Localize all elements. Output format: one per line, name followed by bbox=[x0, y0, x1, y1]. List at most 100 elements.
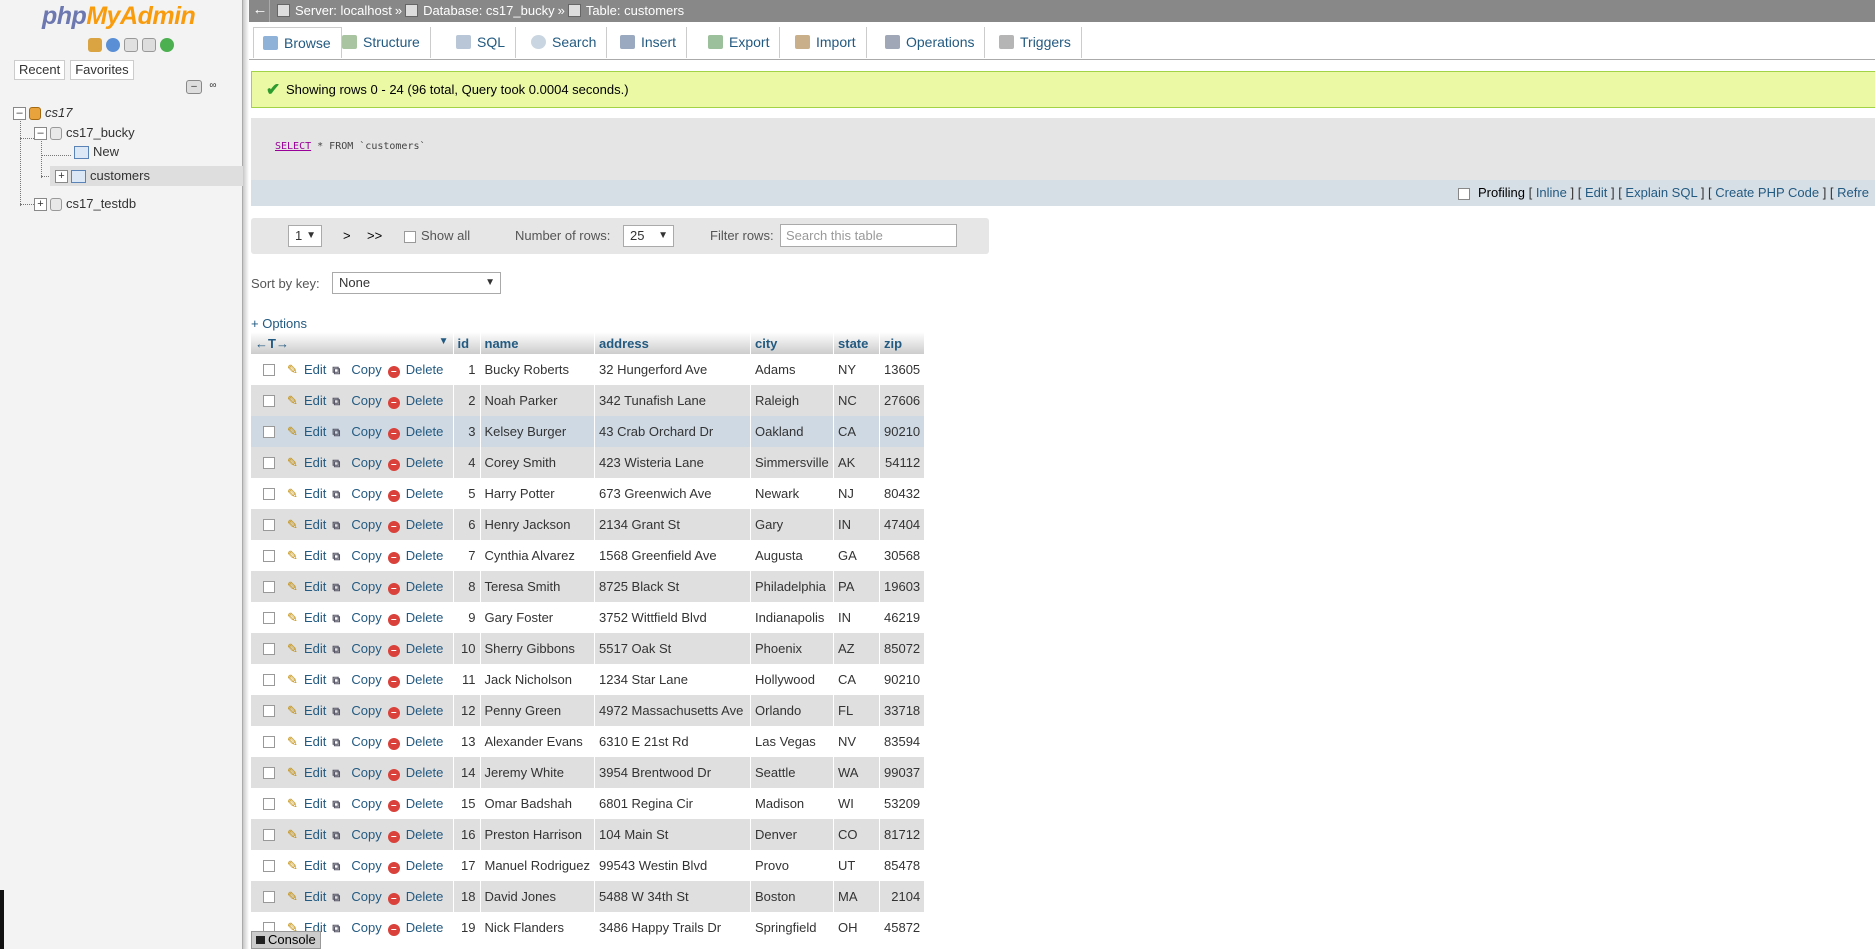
cell-state[interactable]: GA bbox=[833, 540, 881, 571]
cell-name[interactable]: Jack Nicholson bbox=[480, 664, 596, 695]
cell-id[interactable]: 12 bbox=[453, 695, 481, 726]
favorites-tab[interactable]: Favorites bbox=[70, 60, 134, 80]
row-checkbox[interactable] bbox=[263, 674, 275, 687]
cell-zip[interactable]: 80432 bbox=[879, 478, 926, 509]
cell-state[interactable]: AK bbox=[833, 447, 881, 478]
table-row[interactable]: ✎ Edit ⧉ Copy – Delete 7 Cynthia Alvarez 1568 Gr… bbox=[251, 540, 926, 571]
cell-address[interactable]: 1234 Star Lane bbox=[594, 664, 752, 695]
expand-icon[interactable]: + bbox=[34, 198, 47, 212]
delete-row-button[interactable]: – Delete bbox=[382, 455, 443, 471]
table-row[interactable]: ✎ Edit ⧉ Copy – Delete 19 Nick Flanders 3486 Hap… bbox=[251, 912, 926, 943]
cell-city[interactable]: Augusta bbox=[750, 540, 835, 571]
edit-row-button[interactable]: ✎ Edit bbox=[287, 858, 326, 873]
column-header-address[interactable]: address bbox=[594, 332, 752, 354]
table-row[interactable]: ✎ Edit ⧉ Copy – Delete 13 Alexander Evans 6310 E… bbox=[251, 726, 926, 757]
row-checkbox[interactable] bbox=[263, 891, 275, 904]
next-page-button[interactable]: > bbox=[343, 228, 351, 243]
cell-name[interactable]: Sherry Gibbons bbox=[480, 633, 596, 664]
delete-row-button[interactable]: – Delete bbox=[382, 920, 443, 936]
table-row[interactable]: ✎ Edit ⧉ Copy – Delete 1 Bucky Roberts 32 Hunger… bbox=[251, 354, 926, 385]
cell-address[interactable]: 3954 Brentwood Dr bbox=[594, 757, 752, 788]
cell-state[interactable]: MA bbox=[833, 881, 881, 912]
cell-city[interactable]: Gary bbox=[750, 509, 835, 540]
row-checkbox[interactable] bbox=[263, 364, 275, 377]
back-arrow-icon[interactable]: ← bbox=[251, 0, 270, 22]
cell-city[interactable]: Simmersville bbox=[750, 447, 835, 478]
cell-state[interactable]: IN bbox=[833, 509, 881, 540]
page-select[interactable]: 1 ▼ bbox=[288, 225, 322, 247]
cell-name[interactable]: Gary Foster bbox=[480, 602, 596, 633]
breadcrumb-table[interactable]: Table: customers bbox=[586, 3, 684, 18]
row-checkbox[interactable] bbox=[263, 426, 275, 439]
cell-zip[interactable]: 85072 bbox=[879, 633, 926, 664]
cell-city[interactable]: Provo bbox=[750, 850, 835, 881]
number-of-rows-select[interactable]: 25 ▼ bbox=[623, 225, 674, 247]
collapse-icon[interactable]: – bbox=[34, 127, 47, 141]
tree-db-cs17-bucky[interactable]: – cs17_bucky bbox=[34, 124, 135, 142]
cell-address[interactable]: 342 Tunafish Lane bbox=[594, 385, 752, 416]
breadcrumb-database[interactable]: Database: cs17_bucky bbox=[423, 3, 555, 18]
table-row[interactable]: ✎ Edit ⧉ Copy – Delete 10 Sherry Gibbons 5517 Oa… bbox=[251, 633, 926, 664]
cell-zip[interactable]: 85478 bbox=[879, 850, 926, 881]
cell-id[interactable]: 18 bbox=[453, 881, 481, 912]
cell-state[interactable]: CA bbox=[833, 416, 881, 447]
cell-address[interactable]: 32 Hungerford Ave bbox=[594, 354, 752, 385]
cell-address[interactable]: 5488 W 34th St bbox=[594, 881, 752, 912]
edit-row-button[interactable]: ✎ Edit bbox=[287, 424, 326, 439]
table-row[interactable]: ✎ Edit ⧉ Copy – Delete 3 Kelsey Burger 43 Crab O… bbox=[251, 416, 926, 447]
tab-structure[interactable]: Structure bbox=[333, 27, 431, 58]
cell-zip[interactable]: 53209 bbox=[879, 788, 926, 819]
cell-address[interactable]: 2134 Grant St bbox=[594, 509, 752, 540]
cell-zip[interactable]: 33718 bbox=[879, 695, 926, 726]
row-checkbox[interactable] bbox=[263, 457, 275, 470]
tab-export[interactable]: Export bbox=[699, 27, 781, 58]
cell-id[interactable]: 14 bbox=[453, 757, 481, 788]
refresh-link[interactable]: Refre bbox=[1837, 185, 1869, 200]
cell-city[interactable]: Adams bbox=[750, 354, 835, 385]
copy-row-button[interactable]: ⧉ Copy bbox=[326, 827, 381, 842]
cell-id[interactable]: 11 bbox=[453, 664, 481, 695]
delete-row-button[interactable]: – Delete bbox=[382, 610, 443, 626]
cell-city[interactable]: Las Vegas bbox=[750, 726, 835, 757]
edit-row-button[interactable]: ✎ Edit bbox=[287, 641, 326, 656]
cell-zip[interactable]: 45872 bbox=[879, 912, 926, 943]
cell-name[interactable]: Kelsey Burger bbox=[480, 416, 596, 447]
delete-row-button[interactable]: – Delete bbox=[382, 858, 443, 874]
phpmyadmin-logo[interactable]: phpMyAdmin bbox=[42, 2, 196, 31]
cell-zip[interactable]: 27606 bbox=[879, 385, 926, 416]
edit-row-button[interactable]: ✎ Edit bbox=[287, 362, 326, 377]
cell-state[interactable]: IN bbox=[833, 602, 881, 633]
column-header-name[interactable]: name bbox=[480, 332, 596, 354]
cell-zip[interactable]: 99037 bbox=[879, 757, 926, 788]
tree-db-cs17-testdb[interactable]: + cs17_testdb bbox=[34, 195, 136, 213]
copy-row-button[interactable]: ⧉ Copy bbox=[326, 796, 381, 811]
cell-state[interactable]: NC bbox=[833, 385, 881, 416]
delete-row-button[interactable]: – Delete bbox=[382, 362, 443, 378]
delete-row-button[interactable]: – Delete bbox=[382, 796, 443, 812]
tab-triggers[interactable]: Triggers bbox=[990, 27, 1082, 58]
cell-city[interactable]: Madison bbox=[750, 788, 835, 819]
cell-address[interactable]: 673 Greenwich Ave bbox=[594, 478, 752, 509]
cell-name[interactable]: Penny Green bbox=[480, 695, 596, 726]
cell-id[interactable]: 13 bbox=[453, 726, 481, 757]
row-checkbox[interactable] bbox=[263, 395, 275, 408]
cell-city[interactable]: Springfield bbox=[750, 912, 835, 943]
collapse-icon[interactable]: – bbox=[13, 107, 26, 121]
row-checkbox[interactable] bbox=[263, 612, 275, 625]
table-row[interactable]: ✎ Edit ⧉ Copy – Delete 4 Corey Smith 423 Wisteri… bbox=[251, 447, 926, 478]
tree-table-customers[interactable]: + customers bbox=[55, 167, 150, 185]
edit-query-link[interactable]: Edit bbox=[1585, 185, 1607, 200]
cell-city[interactable]: Denver bbox=[750, 819, 835, 850]
table-row[interactable]: ✎ Edit ⧉ Copy – Delete 15 Omar Badshah 6801 Regi… bbox=[251, 788, 926, 819]
cell-id[interactable]: 2 bbox=[453, 385, 481, 416]
column-header-state[interactable]: state bbox=[833, 332, 881, 354]
cell-city[interactable]: Oakland bbox=[750, 416, 835, 447]
sql-query-box[interactable]: SELECT * FROM `customers` bbox=[251, 118, 1875, 180]
row-checkbox[interactable] bbox=[263, 767, 275, 780]
cell-state[interactable]: FL bbox=[833, 695, 881, 726]
cell-state[interactable]: CA bbox=[833, 664, 881, 695]
cell-id[interactable]: 19 bbox=[453, 912, 481, 943]
cell-address[interactable]: 43 Crab Orchard Dr bbox=[594, 416, 752, 447]
cell-city[interactable]: Hollywood bbox=[750, 664, 835, 695]
edit-row-button[interactable]: ✎ Edit bbox=[287, 796, 326, 811]
